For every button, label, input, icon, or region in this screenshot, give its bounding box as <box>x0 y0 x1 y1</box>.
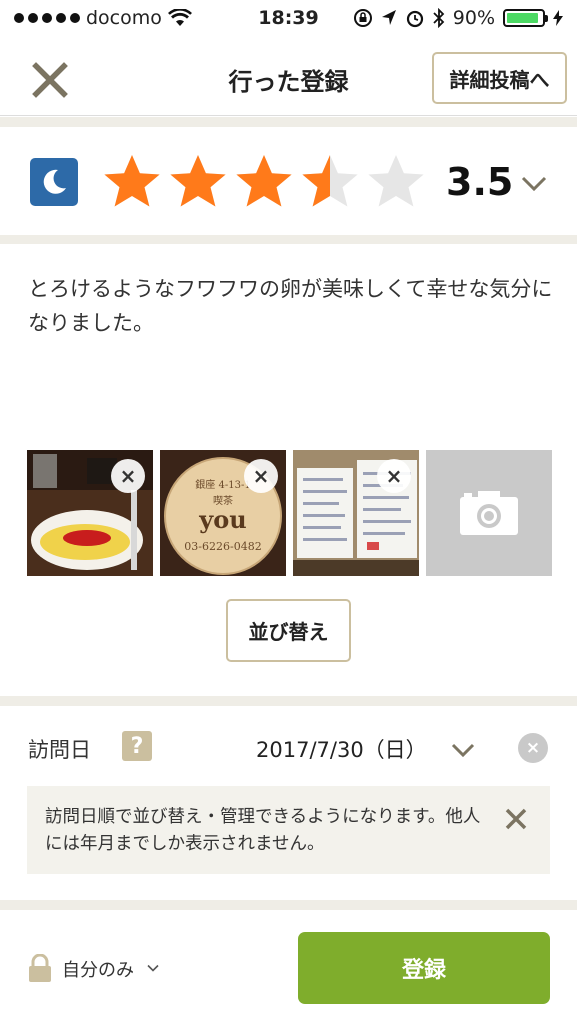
header: 行った登録 詳細投稿へ <box>0 40 577 116</box>
star-icon[interactable] <box>366 152 426 212</box>
sort-photos-button[interactable]: 並び替え <box>226 599 351 662</box>
detail-post-button[interactable]: 詳細投稿へ <box>432 52 567 104</box>
chevron-down-icon[interactable] <box>147 964 159 973</box>
privacy-selector[interactable]: 自分のみ <box>62 956 134 982</box>
add-photo-button[interactable] <box>426 450 552 576</box>
remove-photo-button[interactable]: × <box>111 459 145 493</box>
visit-date-label: 訪問日 <box>28 738 91 762</box>
submit-button[interactable]: 登録 <box>298 932 550 1004</box>
star-icon[interactable] <box>234 152 294 212</box>
location-icon <box>381 10 396 25</box>
star-rating[interactable] <box>102 152 426 212</box>
sign-address: 銀座 4-13-1 <box>195 478 250 491</box>
remove-photo-button[interactable]: × <box>377 459 411 493</box>
photo-thumbnail[interactable]: × <box>293 450 419 576</box>
divider <box>0 900 577 910</box>
camera-icon <box>460 491 518 535</box>
moon-icon[interactable] <box>30 158 78 206</box>
close-icon[interactable] <box>503 806 529 832</box>
photo-thumbnail[interactable]: 銀座 4-13-1 喫茶 you 03-6226-0482 × <box>160 450 286 576</box>
star-icon[interactable] <box>300 152 360 212</box>
chevron-down-icon[interactable] <box>450 742 476 760</box>
remove-photo-button[interactable]: × <box>244 459 278 493</box>
battery-icon <box>503 9 548 27</box>
photo-list: × 銀座 4-13-1 喫茶 you 03-6226-0482 × × <box>27 450 552 576</box>
status-icons: 90% <box>353 7 563 29</box>
divider <box>0 696 577 706</box>
clear-date-button[interactable]: × <box>518 733 548 763</box>
sign-name: you <box>198 505 246 534</box>
lock-icon <box>29 954 51 982</box>
charging-icon <box>553 10 563 26</box>
visit-date-value[interactable]: 2017/7/30（日） <box>256 734 427 764</box>
notice-text: 訪問日順で並び替え・管理できるようになります。他人には年月までしか表示されません… <box>45 807 481 854</box>
rating-value: 3.5 <box>446 160 514 204</box>
star-icon[interactable] <box>102 152 162 212</box>
chevron-down-icon[interactable] <box>520 174 548 194</box>
status-bar: docomo 18:39 90% <box>0 0 577 40</box>
footer: 自分のみ 登録 <box>0 920 577 1024</box>
photo-thumbnail[interactable]: × <box>27 450 153 576</box>
help-icon[interactable]: ? <box>122 731 152 761</box>
battery-percent: 90% <box>452 7 495 29</box>
rotation-lock-icon <box>353 9 372 27</box>
crescent-moon-icon <box>43 169 66 194</box>
bluetooth-icon <box>433 8 445 28</box>
visit-date-notice: 訪問日順で並び替え・管理できるようになります。他人には年月までしか表示されません… <box>27 786 550 874</box>
comment-text[interactable]: とろけるようなフワフワの卵が美味しくて幸せな気分になりました。 <box>28 272 553 340</box>
sign-phone: 03-6226-0482 <box>184 540 261 553</box>
star-icon[interactable] <box>168 152 228 212</box>
divider <box>0 117 577 127</box>
divider <box>0 235 577 244</box>
alarm-icon <box>406 10 423 28</box>
